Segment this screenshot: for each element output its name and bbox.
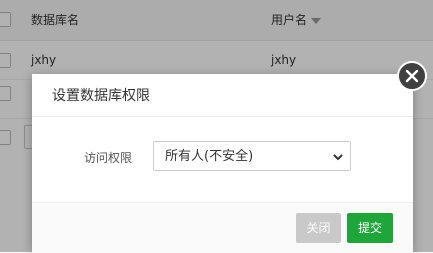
close-x-icon[interactable] — [397, 61, 427, 91]
dialog-header: 设置数据库权限 — [32, 74, 413, 117]
permission-dialog: 设置数据库权限 访问权限 所有人(不安全) 关闭 提交 — [32, 74, 413, 253]
access-permission-label: 访问权限 — [84, 151, 133, 165]
dialog-title: 设置数据库权限 — [52, 88, 150, 104]
chevron-down-icon — [333, 154, 343, 161]
close-icon-glyph — [405, 69, 419, 83]
dialog-footer: 关闭 提交 — [32, 202, 413, 253]
access-permission-select[interactable]: 所有人(不安全) — [153, 141, 351, 171]
submit-button[interactable]: 提交 — [347, 213, 393, 243]
close-button[interactable]: 关闭 — [296, 213, 341, 243]
access-permission-value: 所有人(不安全) — [165, 149, 254, 164]
